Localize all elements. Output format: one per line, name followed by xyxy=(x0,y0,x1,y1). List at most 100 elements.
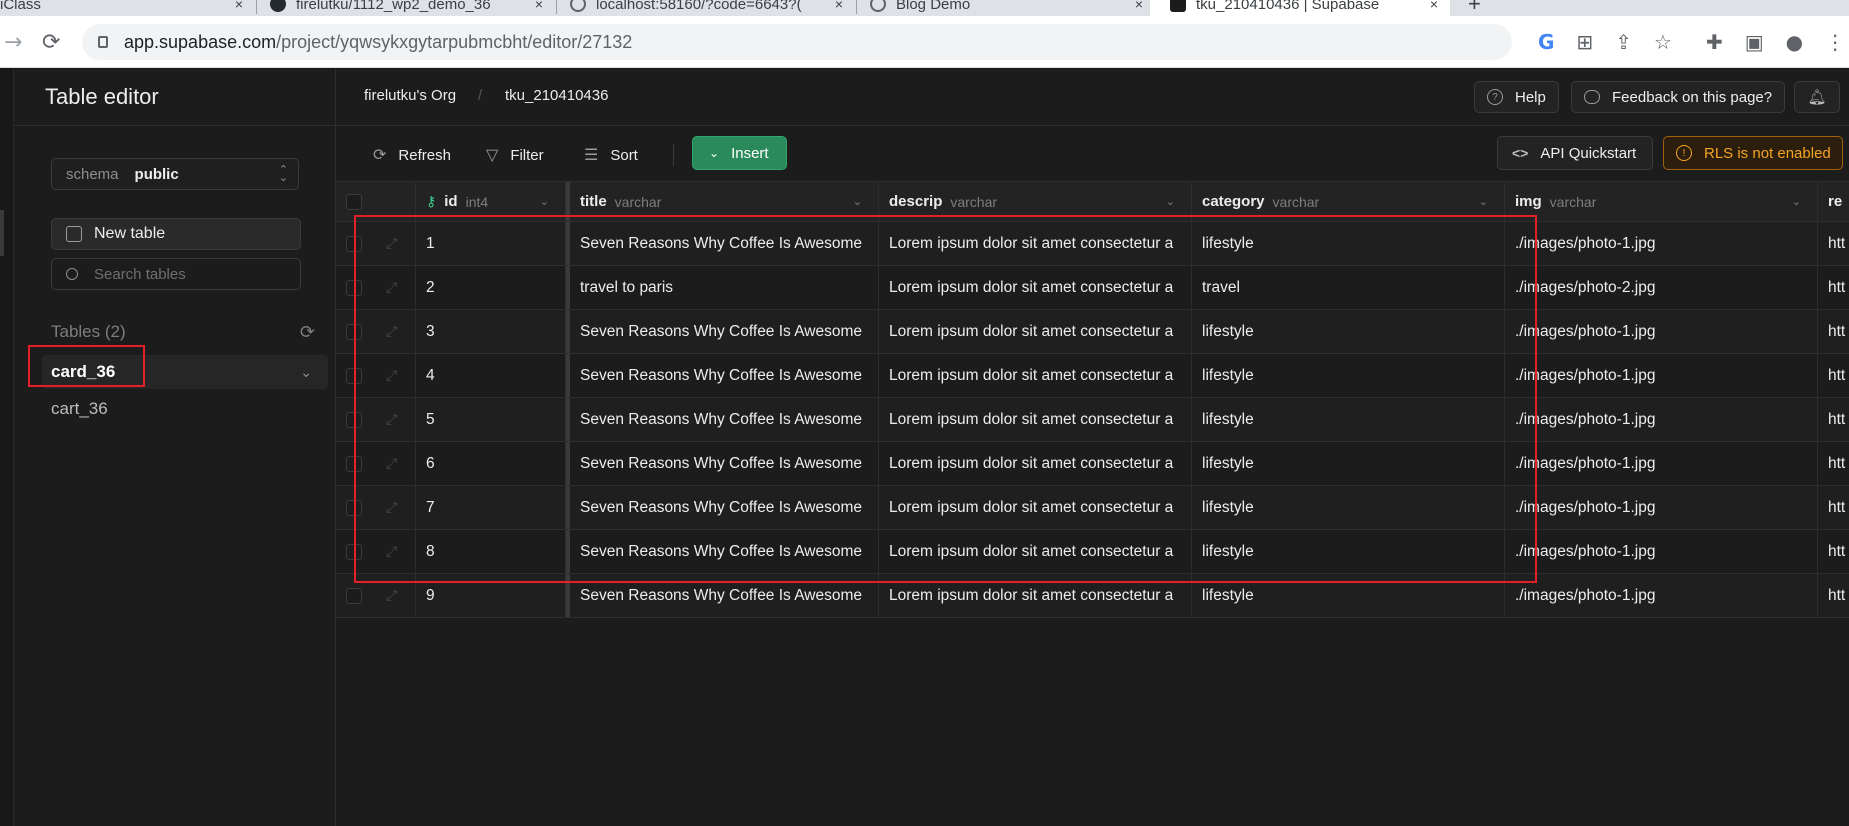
insert-button[interactable]: ⌄ Insert xyxy=(692,136,787,170)
cell-img[interactable]: ./images/photo-1.jpg xyxy=(1505,310,1818,353)
reload-icon[interactable]: ⟳ xyxy=(42,30,60,55)
breadcrumb-project[interactable]: tku_210410436 xyxy=(505,87,608,104)
row-checkbox[interactable] xyxy=(346,367,362,384)
filter-button[interactable]: ▽ Filter xyxy=(486,140,544,170)
table-row[interactable]: ⤢ 1 Seven Reasons Why Coffee Is Awesome … xyxy=(336,222,1849,266)
expand-row-icon[interactable]: ⤢ xyxy=(386,587,397,604)
column-header-truncated[interactable]: re xyxy=(1818,182,1849,221)
table-row[interactable]: ⤢ 9 Seven Reasons Why Coffee Is Awesome … xyxy=(336,574,1849,618)
sort-button[interactable]: ☰ Sort xyxy=(584,140,638,170)
cell-descrip[interactable]: Lorem ipsum dolor sit amet consectetur a xyxy=(879,398,1192,441)
new-tab-button[interactable]: + xyxy=(1468,0,1498,16)
cell-category[interactable]: lifestyle xyxy=(1192,486,1505,529)
cell-category[interactable]: lifestyle xyxy=(1192,354,1505,397)
cell-truncated[interactable]: htt xyxy=(1818,530,1849,573)
cell-img[interactable]: ./images/photo-1.jpg xyxy=(1505,442,1818,485)
chevron-down-icon[interactable]: ⌄ xyxy=(300,364,312,381)
expand-row-icon[interactable]: ⤢ xyxy=(386,367,397,384)
cell-id[interactable]: 4 xyxy=(416,354,566,397)
chevron-down-icon[interactable]: ⌄ xyxy=(1479,195,1488,208)
cell-category[interactable]: lifestyle xyxy=(1192,310,1505,353)
menu-kebab-icon[interactable]: ⋮ xyxy=(1825,30,1845,54)
cell-title[interactable]: Seven Reasons Why Coffee Is Awesome xyxy=(566,574,879,617)
cell-title[interactable]: Seven Reasons Why Coffee Is Awesome xyxy=(566,354,879,397)
cell-id[interactable]: 6 xyxy=(416,442,566,485)
table-row[interactable]: ⤢ 7 Seven Reasons Why Coffee Is Awesome … xyxy=(336,486,1849,530)
sidebar-item-card-36[interactable]: card_36 ⌄ xyxy=(42,355,328,389)
expand-row-icon[interactable]: ⤢ xyxy=(386,499,397,516)
cell-img[interactable]: ./images/photo-1.jpg xyxy=(1505,574,1818,617)
rls-warning-button[interactable]: ! RLS is not enabled xyxy=(1663,136,1843,170)
refresh-button[interactable]: ⟳ Refresh xyxy=(373,140,451,170)
cell-descrip[interactable]: Lorem ipsum dolor sit amet consectetur a xyxy=(879,574,1192,617)
cell-title[interactable]: Seven Reasons Why Coffee Is Awesome xyxy=(566,310,879,353)
cell-category[interactable]: lifestyle xyxy=(1192,398,1505,441)
column-header-img[interactable]: img varchar ⌄ xyxy=(1505,182,1818,221)
cell-id[interactable]: 8 xyxy=(416,530,566,573)
table-row[interactable]: ⤢ 5 Seven Reasons Why Coffee Is Awesome … xyxy=(336,398,1849,442)
cell-title[interactable]: Seven Reasons Why Coffee Is Awesome xyxy=(566,530,879,573)
table-row[interactable]: ⤢ 4 Seven Reasons Why Coffee Is Awesome … xyxy=(336,354,1849,398)
new-table-button[interactable]: New table xyxy=(51,218,301,250)
cell-descrip[interactable]: Lorem ipsum dolor sit amet consectetur a xyxy=(879,530,1192,573)
cell-id[interactable]: 1 xyxy=(416,222,566,265)
cell-descrip[interactable]: Lorem ipsum dolor sit amet consectetur a xyxy=(879,266,1192,309)
table-row[interactable]: ⤢ 3 Seven Reasons Why Coffee Is Awesome … xyxy=(336,310,1849,354)
cell-descrip[interactable]: Lorem ipsum dolor sit amet consectetur a xyxy=(879,354,1192,397)
expand-row-icon[interactable]: ⤢ xyxy=(386,543,397,560)
share-icon[interactable]: ⇪ xyxy=(1615,30,1632,54)
translate-icon[interactable]: ⊞ xyxy=(1576,30,1593,54)
cell-img[interactable]: ./images/photo-2.jpg xyxy=(1505,266,1818,309)
api-quickstart-button[interactable]: <> API Quickstart xyxy=(1497,136,1653,170)
column-header-descrip[interactable]: descrip varchar ⌄ xyxy=(879,182,1192,221)
row-checkbox[interactable] xyxy=(346,279,362,296)
sidebar-item-cart-36[interactable]: cart_36 xyxy=(42,392,328,426)
cell-truncated[interactable]: htt xyxy=(1818,354,1849,397)
notifications-button[interactable]: 🔔︎ xyxy=(1794,81,1840,113)
address-bar[interactable]: app.supabase.com/project/yqwsykxgytarpub… xyxy=(82,24,1512,60)
expand-row-icon[interactable]: ⤢ xyxy=(386,411,397,428)
forward-icon[interactable]: → xyxy=(4,30,22,55)
row-checkbox[interactable] xyxy=(346,587,362,604)
browser-tab-2[interactable]: firelutku/1112_wp2_demo_36 × xyxy=(270,0,555,16)
cell-descrip[interactable]: Lorem ipsum dolor sit amet consectetur a xyxy=(879,442,1192,485)
chevron-down-icon[interactable]: ⌄ xyxy=(853,195,862,208)
cell-truncated[interactable]: htt xyxy=(1818,486,1849,529)
select-all-checkbox[interactable] xyxy=(346,193,362,210)
cell-id[interactable]: 7 xyxy=(416,486,566,529)
browser-tab-1[interactable]: iClass × xyxy=(0,0,255,16)
column-header-id[interactable]: ⚷ id int4 ⌄ xyxy=(416,182,566,221)
cell-title[interactable]: Seven Reasons Why Coffee Is Awesome xyxy=(566,486,879,529)
column-header-title[interactable]: title varchar ⌄ xyxy=(566,182,879,221)
cell-truncated[interactable]: htt xyxy=(1818,310,1849,353)
cell-id[interactable]: 9 xyxy=(416,574,566,617)
cell-truncated[interactable]: htt xyxy=(1818,442,1849,485)
row-checkbox[interactable] xyxy=(346,499,362,516)
browser-tab-5[interactable]: tku_210410436 | Supabase × xyxy=(1150,0,1450,16)
profile-avatar-icon[interactable]: ● xyxy=(1786,30,1803,54)
cell-category[interactable]: lifestyle xyxy=(1192,222,1505,265)
close-icon[interactable]: × xyxy=(1430,0,1438,12)
cell-img[interactable]: ./images/photo-1.jpg xyxy=(1505,398,1818,441)
row-checkbox[interactable] xyxy=(346,323,362,340)
extensions-icon[interactable]: ✚ xyxy=(1706,30,1723,54)
cell-descrip[interactable]: Lorem ipsum dolor sit amet consectetur a xyxy=(879,222,1192,265)
browser-tab-3[interactable]: localhost:58160/?code=6643?( × xyxy=(570,0,855,16)
cell-id[interactable]: 3 xyxy=(416,310,566,353)
cell-title[interactable]: Seven Reasons Why Coffee Is Awesome xyxy=(566,398,879,441)
row-checkbox[interactable] xyxy=(346,455,362,472)
expand-row-icon[interactable]: ⤢ xyxy=(386,455,397,472)
expand-row-icon[interactable]: ⤢ xyxy=(386,323,397,340)
chevron-down-icon[interactable]: ⌄ xyxy=(1166,195,1175,208)
row-checkbox[interactable] xyxy=(346,411,362,428)
cell-id[interactable]: 2 xyxy=(416,266,566,309)
chevron-down-icon[interactable]: ⌄ xyxy=(1792,195,1801,208)
row-checkbox[interactable] xyxy=(346,235,362,252)
cell-category[interactable]: lifestyle xyxy=(1192,530,1505,573)
cell-img[interactable]: ./images/photo-1.jpg xyxy=(1505,486,1818,529)
cell-title[interactable]: Seven Reasons Why Coffee Is Awesome xyxy=(566,222,879,265)
cell-title[interactable]: Seven Reasons Why Coffee Is Awesome xyxy=(566,442,879,485)
cell-truncated[interactable]: htt xyxy=(1818,222,1849,265)
refresh-icon[interactable]: ⟳ xyxy=(300,322,315,343)
table-row[interactable]: ⤢ 8 Seven Reasons Why Coffee Is Awesome … xyxy=(336,530,1849,574)
